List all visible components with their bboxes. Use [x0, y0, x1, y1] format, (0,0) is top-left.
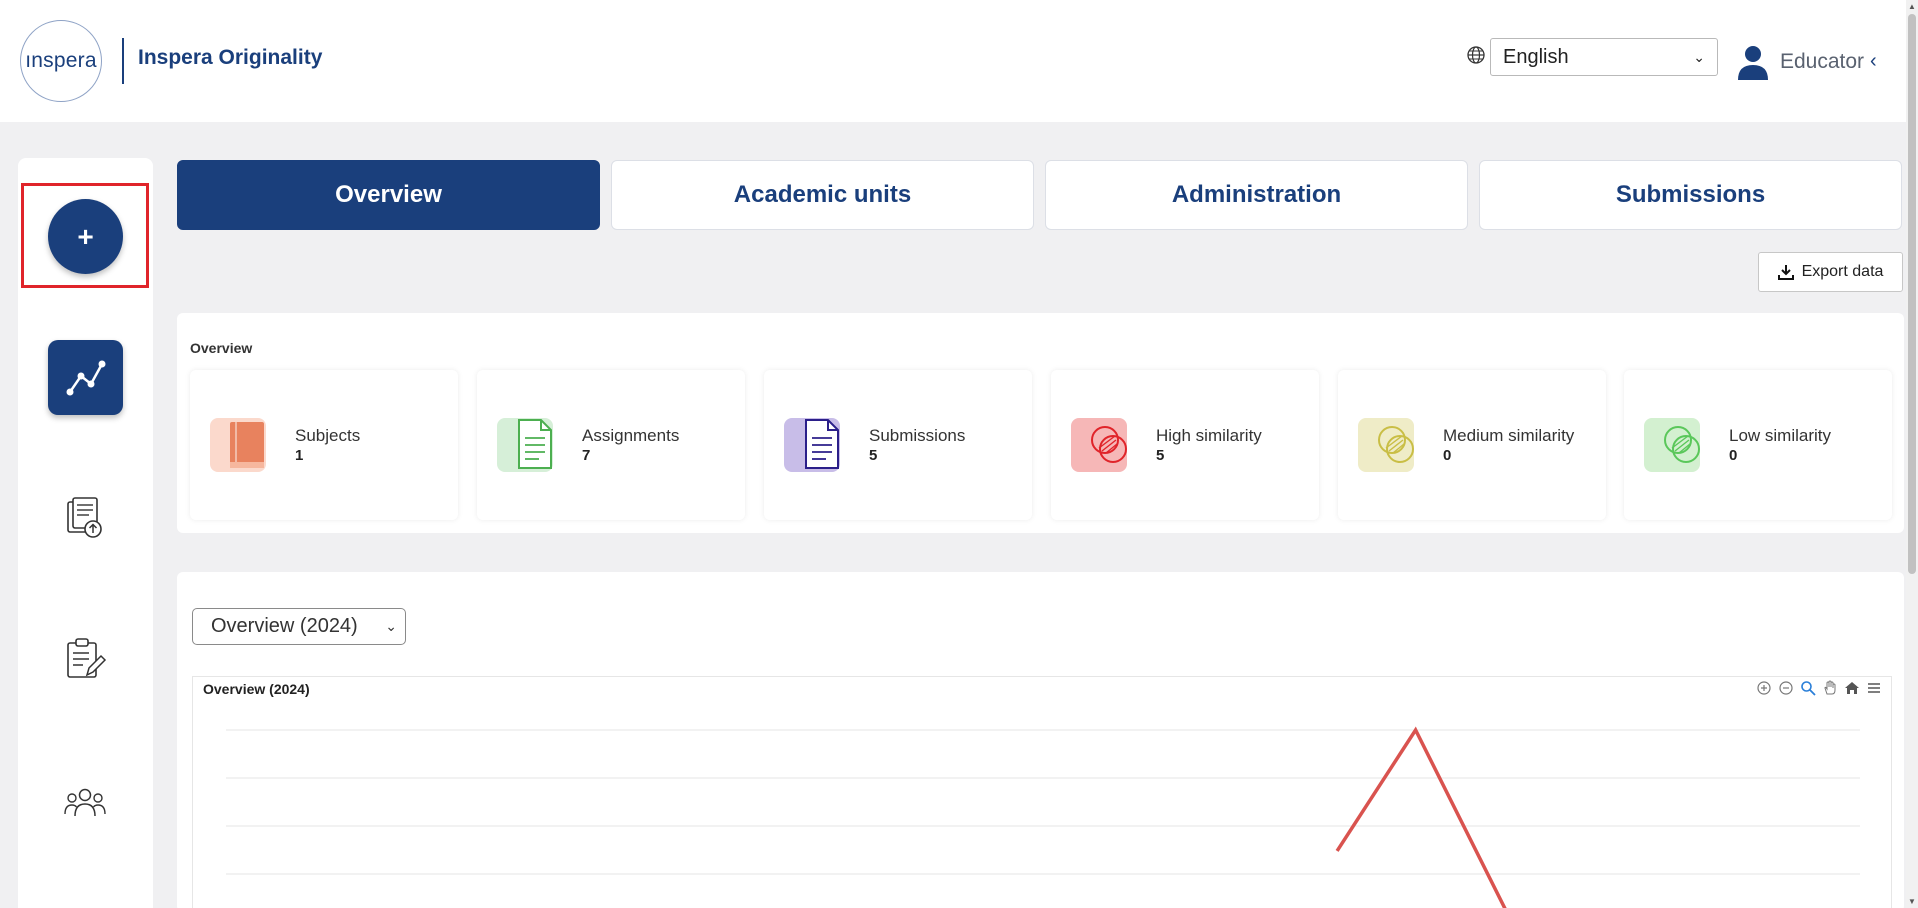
language-value: English: [1503, 45, 1569, 68]
users-icon: [64, 788, 106, 817]
overview-line-chart: [226, 726, 1860, 908]
overview-year-value: Overview (2024): [211, 615, 358, 637]
overlap-circles-icon: [1091, 426, 1127, 463]
tab-overview[interactable]: Overview: [177, 160, 600, 230]
overlap-circles-icon: [1378, 426, 1414, 463]
stat-label: Assignments: [582, 426, 680, 445]
stat-value: 0: [1443, 447, 1452, 464]
stat-card-medium-similarity[interactable]: Medium similarity 0: [1338, 370, 1606, 520]
scrollbar-thumb[interactable]: [1908, 14, 1916, 574]
stat-label: Submissions: [869, 426, 966, 445]
stat-value: 5: [1156, 447, 1165, 464]
user-role-label[interactable]: Educator: [1780, 50, 1864, 74]
chevron-down-icon: ⌄: [385, 618, 397, 634]
chevron-down-icon: ⌄: [1693, 48, 1705, 65]
logo-text: ınspera: [25, 49, 97, 72]
stat-card-low-similarity[interactable]: Low similarity 0: [1624, 370, 1892, 520]
globe-icon: [1467, 46, 1485, 64]
export-data-label: Export data: [1801, 263, 1884, 280]
stat-label: Low similarity: [1729, 426, 1832, 445]
stat-card-assignments[interactable]: Assignments 7: [477, 370, 745, 520]
logo-divider: [122, 38, 124, 84]
stat-label: Medium similarity: [1443, 426, 1575, 445]
sidebar-item-documents[interactable]: [62, 495, 108, 541]
tab-academic-units[interactable]: Academic units: [611, 160, 1034, 230]
app-title: Inspera Originality: [138, 46, 323, 69]
chevron-left-icon[interactable]: ‹: [1870, 50, 1877, 73]
chart-series-line-0: [1335, 726, 1507, 908]
language-select[interactable]: English ⌄: [1490, 38, 1718, 76]
stat-value: 1: [295, 447, 304, 464]
plus-icon: +: [77, 220, 94, 252]
sidebar-item-assignments[interactable]: [62, 636, 108, 682]
page-scrollbar[interactable]: ▲ ▼: [1906, 0, 1918, 908]
tab-submissions[interactable]: Submissions: [1479, 160, 1902, 230]
stat-value: 0: [1729, 447, 1738, 464]
download-icon: [1777, 265, 1794, 280]
sidebar-item-users[interactable]: [62, 780, 108, 826]
stat-card-submissions[interactable]: Submissions 5: [764, 370, 1032, 520]
overview-section-title: Overview: [190, 340, 253, 356]
stat-card-high-similarity[interactable]: High similarity 5: [1051, 370, 1319, 520]
overlap-circles-icon: [1664, 426, 1700, 463]
stat-label: High similarity: [1156, 426, 1262, 445]
scroll-down-icon[interactable]: ▼: [1908, 897, 1916, 906]
document-icon: [805, 419, 839, 469]
line-chart-icon: [66, 360, 105, 395]
inspera-logo[interactable]: ınspera: [20, 20, 102, 102]
overview-year-select[interactable]: Overview (2024) ⌄: [192, 608, 406, 645]
stat-value: 5: [869, 447, 878, 464]
stat-card-subjects[interactable]: Subjects 1: [190, 370, 458, 520]
top-header: ınspera Inspera Originality English ⌄ Ed…: [0, 0, 1906, 122]
export-data-button[interactable]: Export data: [1758, 252, 1903, 292]
add-button[interactable]: +: [48, 199, 123, 274]
stat-label: Subjects: [295, 426, 361, 445]
document-icon: [518, 419, 552, 469]
clipboard-edit-icon: [67, 638, 107, 678]
book-icon: [230, 422, 264, 468]
document-upload-icon: [67, 497, 102, 538]
sidebar-item-analytics[interactable]: [48, 340, 123, 415]
user-icon[interactable]: [1736, 44, 1770, 80]
stat-value: 7: [582, 447, 591, 464]
scroll-up-icon[interactable]: ▲: [1908, 2, 1916, 11]
tab-administration[interactable]: Administration: [1045, 160, 1468, 230]
